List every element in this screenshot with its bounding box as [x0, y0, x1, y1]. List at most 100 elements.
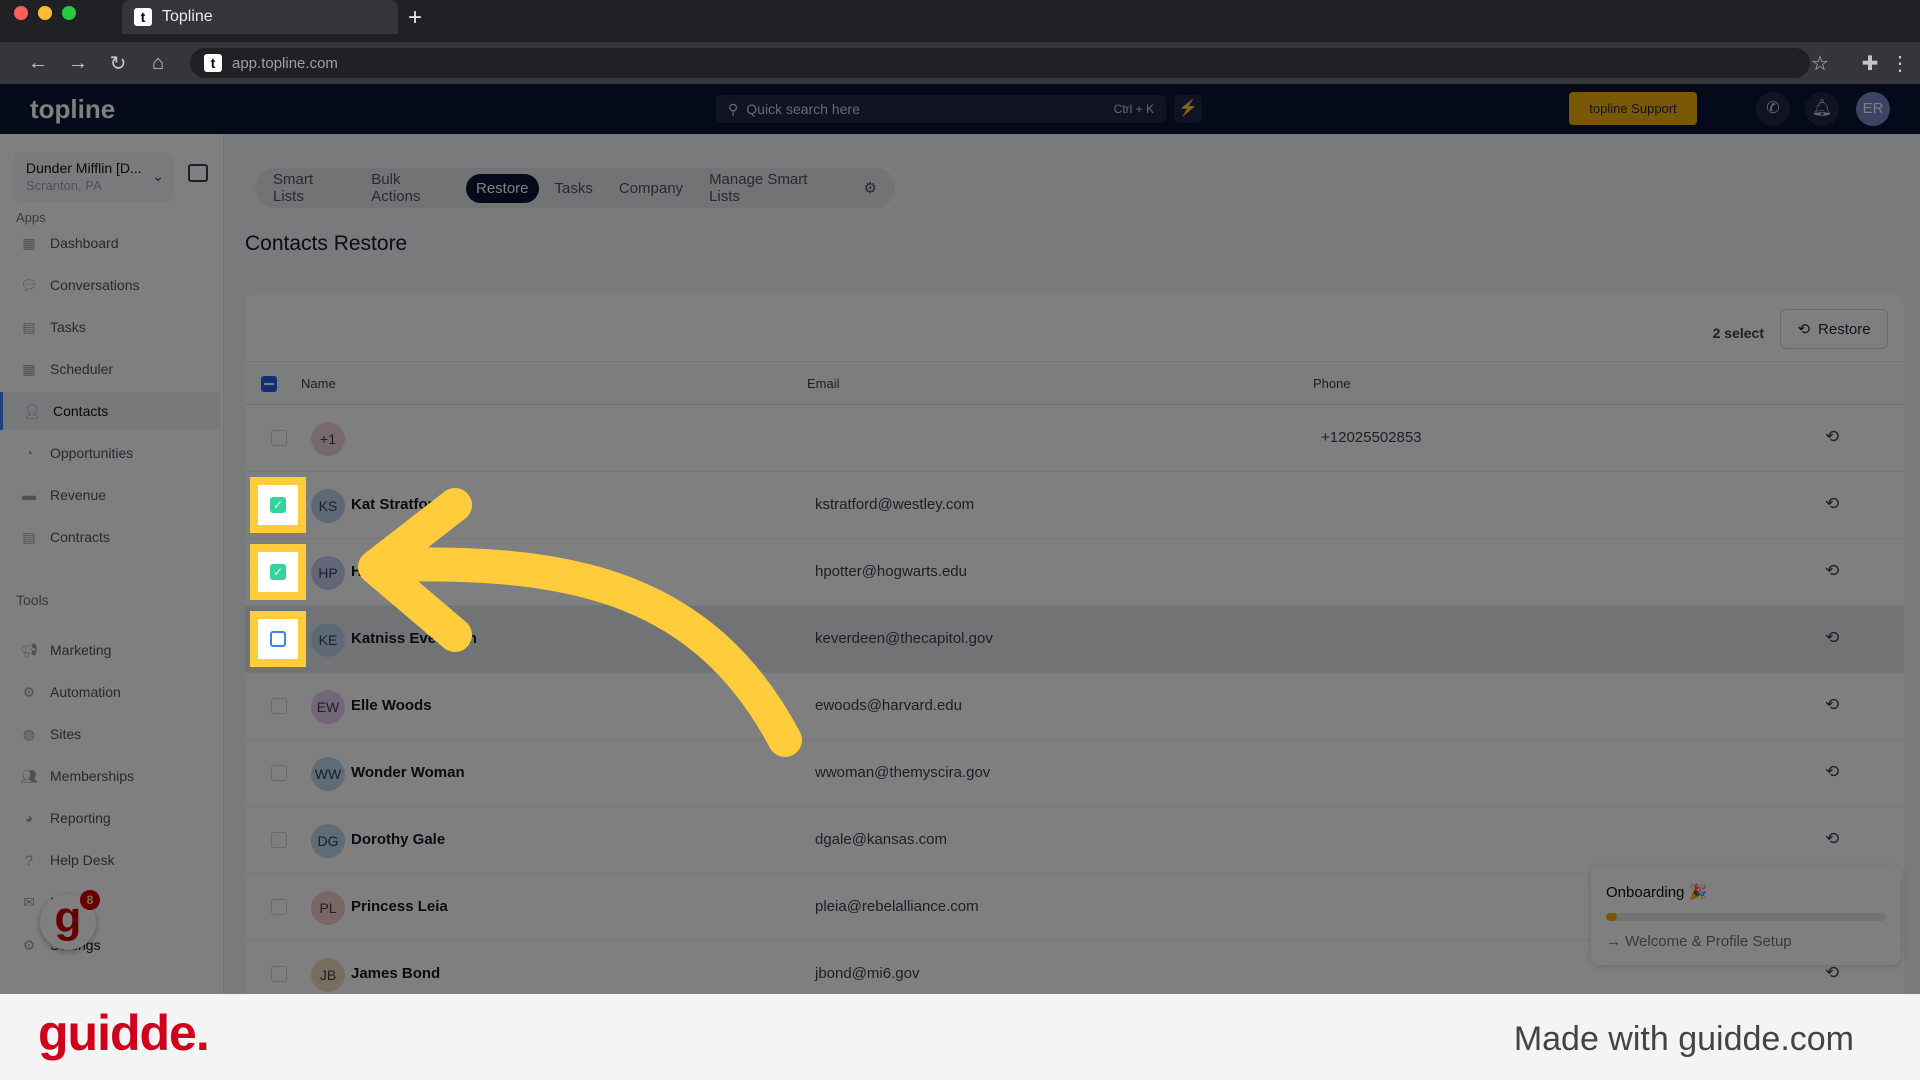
tab-manage-smart-lists[interactable]: Manage Smart Lists	[699, 165, 847, 211]
tab-company[interactable]: Company	[609, 174, 693, 203]
onboarding-widget[interactable]: Onboarding 🎉 → Welcome & Profile Setup	[1591, 865, 1901, 965]
restore-row-icon[interactable]: ⟲	[1825, 829, 1839, 849]
contact-name[interactable]: Elle Woods	[351, 697, 432, 714]
browser-tab-bar: t Topline +	[0, 0, 1920, 42]
select-all-checkbox[interactable]	[261, 376, 277, 392]
user-avatar[interactable]: ER	[1856, 92, 1890, 126]
page-title: Contacts Restore	[245, 232, 408, 255]
logo[interactable]: topline	[30, 94, 115, 125]
restore-label: Restore	[1818, 320, 1871, 338]
restore-row-icon[interactable]: ⟲	[1825, 762, 1839, 782]
restore-row-icon[interactable]: ⟲	[1825, 427, 1839, 447]
maximize-window-button[interactable]	[62, 6, 76, 20]
lightning-icon[interactable]: ⚡	[1174, 95, 1202, 123]
row-checkbox[interactable]	[271, 899, 287, 915]
highlighted-checkbox[interactable]	[250, 611, 306, 667]
restore-row-icon[interactable]: ⟲	[1825, 494, 1839, 514]
contact-name[interactable]: Harry Potter	[351, 563, 438, 580]
bell-icon[interactable]: 🔔︎	[1805, 92, 1839, 126]
restore-row-icon[interactable]: ⟲	[1825, 695, 1839, 715]
table-row[interactable]: EW Elle Woods ewoods@harvard.edu ⟲	[245, 673, 1904, 740]
home-icon[interactable]: ⌂	[138, 52, 178, 75]
tab-tasks[interactable]: Tasks	[545, 174, 603, 203]
members-icon: 👥︎	[20, 767, 38, 784]
sidebar-item-memberships[interactable]: 👥︎ Memberships	[0, 757, 220, 795]
table-row[interactable]: DG Dorothy Gale dgale@kansas.com ⟲	[245, 807, 1904, 874]
onboarding-link-text: Welcome & Profile Setup	[1625, 933, 1792, 950]
new-tab-button[interactable]: +	[408, 4, 422, 32]
contact-name[interactable]: Katniss Everdeen	[351, 630, 477, 647]
forward-icon[interactable]: →	[58, 52, 98, 75]
url-input[interactable]: t app.topline.com	[190, 48, 1810, 78]
restore-row-icon[interactable]: ⟲	[1825, 628, 1839, 648]
sidebar-item-automation[interactable]: ⚙ Automation	[0, 673, 220, 711]
sidebar-item-help-desk[interactable]: ? Help Desk	[0, 841, 220, 879]
contact-name[interactable]: Wonder Woman	[351, 764, 465, 781]
tab-bulk-actions[interactable]: Bulk Actions	[361, 165, 460, 211]
sidebar-item-reporting[interactable]: ◕ Reporting	[0, 799, 220, 837]
table-row[interactable]: WW Wonder Woman wwoman@themyscira.gov ⟲	[245, 740, 1904, 807]
sidebar-item-scheduler[interactable]: ▦ Scheduler	[0, 350, 220, 388]
contact-email: kstratford@westley.com	[815, 496, 975, 513]
contact-name[interactable]: Dorothy Gale	[351, 831, 445, 848]
contact-name[interactable]: James Bond	[351, 965, 440, 982]
tab-restore[interactable]: Restore	[465, 173, 539, 203]
help-icon: ?	[25, 852, 33, 868]
arrow-right-icon: →	[1606, 933, 1626, 950]
restore-row-icon[interactable]: ⟲	[1825, 963, 1839, 983]
contact-name[interactable]: Kat Stratford	[351, 496, 443, 513]
sidebar-item-revenue[interactable]: ▬ Revenue	[0, 476, 220, 514]
back-icon[interactable]: ←	[18, 52, 58, 75]
reload-icon[interactable]: ↻	[98, 51, 138, 76]
table-row[interactable]: +1 +12025502853 ⟲	[245, 405, 1904, 472]
sidebar-item-mailfold[interactable]: ✉Mailfold	[0, 883, 220, 921]
table-row[interactable]: HP Harry Potter hpotter@hogwarts.edu ⟲	[245, 539, 1904, 606]
onboarding-progress	[1606, 913, 1886, 921]
table-row[interactable]: KS Kat Stratford kstratford@westley.com ⟲	[245, 472, 1904, 539]
guidde-widget[interactable]: g8	[40, 890, 100, 950]
column-phone[interactable]: Phone	[1313, 376, 1351, 391]
minimize-window-button[interactable]	[38, 6, 52, 20]
location-switcher[interactable]: Dunder Mifflin [D... Scranton, PA ⌄	[14, 152, 174, 202]
highlighted-checkbox[interactable]: ✓	[250, 544, 306, 600]
onboarding-link[interactable]: → Welcome & Profile Setup	[1606, 933, 1792, 950]
sidebar-item-dashboard[interactable]: ▦ Dashboard	[0, 224, 220, 262]
table-row[interactable]: KE Katniss Everdeen keverdeen@thecapitol.g…	[245, 606, 1904, 673]
restore-row-icon[interactable]: ⟲	[1825, 561, 1839, 581]
sidebar-item-label: Scheduler	[50, 361, 114, 377]
avatar: EW	[311, 690, 345, 724]
sidebar-item-sites[interactable]: ◍ Sites	[0, 715, 220, 753]
quick-search[interactable]: ⚲ Quick search here Ctrl + K	[716, 95, 1166, 123]
phone-icon[interactable]: ✆	[1756, 92, 1790, 126]
column-name[interactable]: Name	[301, 376, 336, 391]
support-button[interactable]: topline Support	[1569, 92, 1697, 125]
close-window-button[interactable]	[14, 6, 28, 20]
column-email[interactable]: Email	[807, 376, 840, 391]
avatar: HP	[311, 556, 345, 590]
browser-tab[interactable]: t Topline	[122, 0, 398, 34]
sidebar-item-opportunities[interactable]: ◔ Opportunities	[0, 434, 220, 472]
contact-name[interactable]: Princess Leia	[351, 898, 448, 915]
sidebar-item-tasks[interactable]: ▤ Tasks	[0, 308, 220, 346]
highlighted-checkbox[interactable]: ✓	[250, 477, 306, 533]
row-checkbox[interactable]	[271, 966, 287, 982]
tab-smart-lists[interactable]: Smart Lists	[263, 165, 355, 211]
restore-button[interactable]: ⟲ Restore	[1780, 309, 1888, 349]
sidebar-item-marketing[interactable]: 📢︎ Marketing	[0, 631, 220, 669]
sidebar-item-label: Contacts	[53, 403, 109, 419]
gear-icon[interactable]: ⚙	[854, 173, 887, 203]
row-checkbox[interactable]	[271, 430, 287, 446]
sidebar-item-conversations[interactable]: 💬︎ Conversations	[0, 266, 220, 304]
row-checkbox[interactable]	[271, 765, 287, 781]
row-checkbox[interactable]	[271, 698, 287, 714]
guidde-footer: guidde. Made with guidde.com	[0, 994, 1920, 1080]
sidebar-toggle-icon[interactable]	[188, 164, 208, 182]
star-icon[interactable]: ☆	[1800, 51, 1840, 76]
row-checkbox[interactable]	[271, 832, 287, 848]
sidebar-item-contracts[interactable]: ▤ Contracts	[0, 518, 220, 556]
sidebar-item-contacts[interactable]: 👤︎ Contacts	[0, 392, 220, 430]
menu-icon[interactable]: ⋮	[1880, 51, 1920, 76]
gears-icon: ⚙	[22, 683, 36, 700]
location-name: Dunder Mifflin [D...	[26, 160, 142, 176]
sidebar-item-settings[interactable]: ⚙Settings	[0, 926, 220, 964]
